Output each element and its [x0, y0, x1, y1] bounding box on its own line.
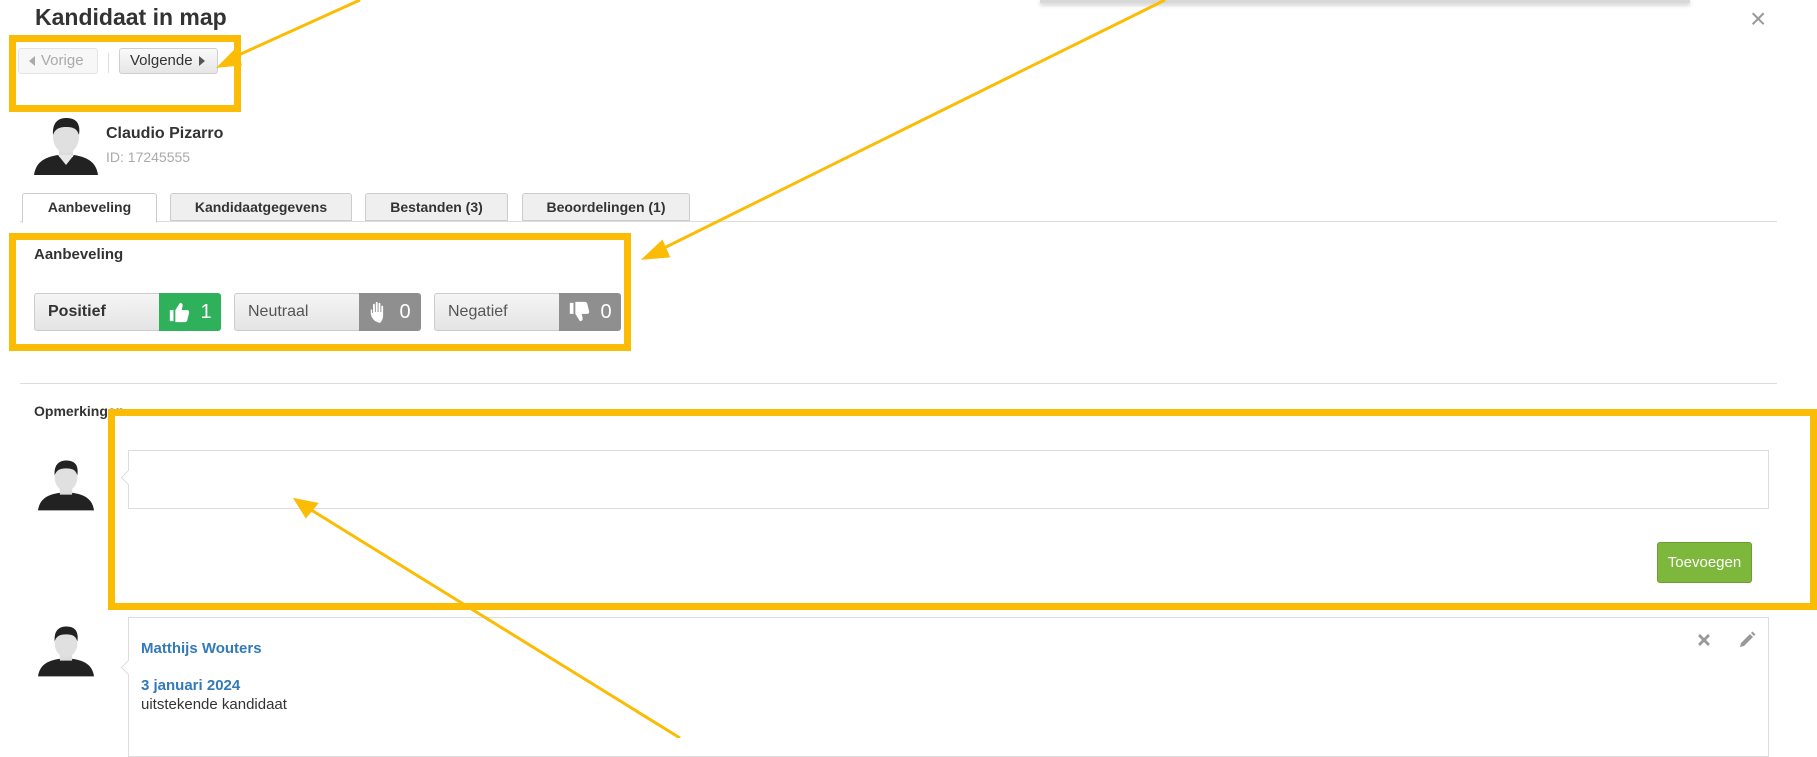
- comments-heading: Opmerkingen: [34, 403, 125, 419]
- thumbs-up-icon: [170, 302, 190, 323]
- close-icon[interactable]: ×: [1750, 2, 1766, 36]
- candidate-id: ID: 17245555: [106, 149, 191, 165]
- add-comment-button[interactable]: Toevoegen: [1657, 542, 1752, 583]
- comment-author-avatar: [38, 626, 94, 677]
- comment-input[interactable]: [129, 451, 1768, 508]
- rate-neutral-count-box: 0: [359, 293, 421, 331]
- arrow-head-nav: [215, 47, 242, 68]
- rate-negative-button[interactable]: Negatief 0: [434, 293, 621, 331]
- tabs-baseline: [20, 221, 1777, 222]
- dialog-title: Kandidaat in map: [35, 4, 227, 30]
- rate-positive-button[interactable]: Positief 1: [34, 293, 221, 331]
- comment-date: 3 januari 2024: [141, 677, 241, 694]
- rate-positive-label: Positief: [34, 293, 159, 331]
- recommendation-heading: Aanbeveling: [34, 246, 124, 263]
- current-user-avatar: [38, 460, 94, 511]
- rate-negative-count: 0: [600, 300, 612, 323]
- comment-author[interactable]: Matthijs Wouters: [141, 640, 262, 657]
- rate-neutral-label: Neutraal: [234, 293, 359, 331]
- edit-comment-icon[interactable]: [1737, 630, 1757, 650]
- rate-positive-count: 1: [200, 300, 212, 323]
- tab-kandidaatgegevens[interactable]: Kandidaatgegevens: [170, 193, 352, 221]
- candidate-avatar: [34, 118, 98, 175]
- rate-negative-count-box: 0: [559, 293, 621, 331]
- overlay-panel-edge: [1040, 0, 1690, 3]
- caret-right-icon: [198, 56, 205, 66]
- rate-neutral-button[interactable]: Neutraal 0: [234, 293, 421, 331]
- rate-neutral-count: 0: [399, 300, 411, 323]
- previous-button[interactable]: Vorige: [18, 48, 98, 74]
- caret-left-icon: [29, 56, 35, 66]
- section-divider: [20, 383, 1777, 384]
- previous-label: Vorige: [41, 52, 84, 69]
- delete-comment-icon[interactable]: [1694, 630, 1714, 650]
- arrow-to-recommendation: [659, 0, 1166, 252]
- thumbs-down-icon: [570, 301, 590, 322]
- comment-input-box[interactable]: [128, 450, 1769, 509]
- comment-item: [128, 617, 1769, 757]
- candidate-name: Claudio Pizarro: [106, 125, 224, 142]
- arrow-head-recommendation: [640, 239, 671, 260]
- tab-bestanden[interactable]: Bestanden (3): [365, 193, 508, 221]
- nav-divider: [108, 53, 109, 73]
- next-label: Volgende: [130, 52, 193, 69]
- rate-positive-count-box: 1: [159, 293, 221, 331]
- rate-negative-label: Negatief: [434, 293, 559, 331]
- next-button[interactable]: Volgende: [119, 48, 218, 74]
- hand-icon: [371, 302, 384, 323]
- comment-text: uitstekende kandidaat: [141, 696, 287, 713]
- tab-beoordelingen[interactable]: Beoordelingen (1): [522, 193, 690, 221]
- arrow-to-nav: [231, 0, 361, 60]
- tab-aanbeveling[interactable]: Aanbeveling: [22, 193, 157, 223]
